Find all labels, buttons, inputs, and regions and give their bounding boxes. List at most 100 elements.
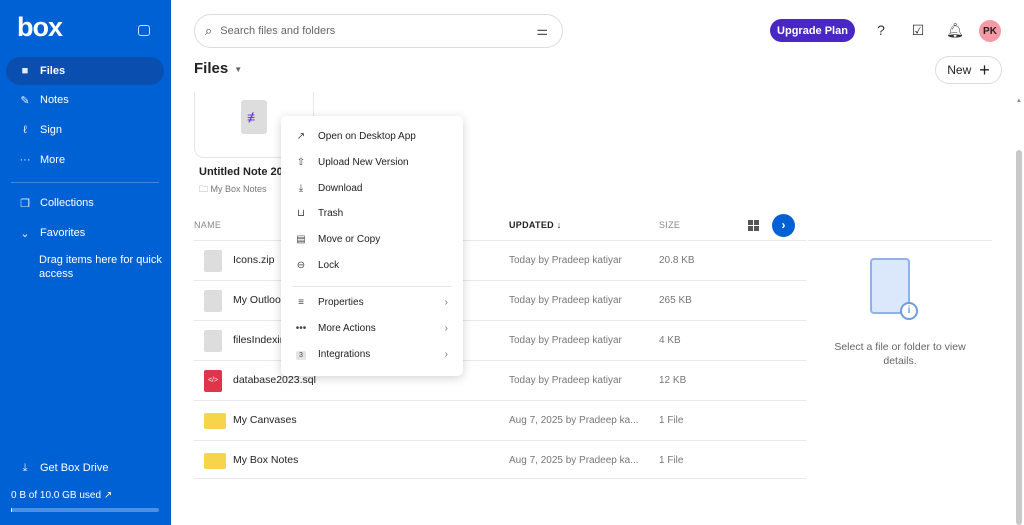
menu-item-properties[interactable]: ≡ Properties › — [281, 290, 463, 314]
menu-item-integrations[interactable]: 3 Integrations › — [281, 342, 463, 366]
sidebar-item-label: Sign — [40, 124, 63, 136]
size-text: 1 File — [659, 415, 684, 426]
download-icon: ⤓ — [298, 182, 304, 194]
chevron-right-icon: › — [444, 322, 448, 334]
collections-icon: ❐ — [20, 197, 30, 210]
box-logo[interactable]: box — [17, 12, 63, 43]
menu-item-label: Trash — [318, 207, 344, 219]
note-file-icon: ≢ — [241, 100, 267, 134]
sidebar-item-label: Collections — [40, 197, 94, 209]
column-header-name[interactable]: NAME — [194, 220, 221, 230]
sidebar-item-label: More — [40, 154, 66, 166]
sidebar-item-files[interactable]: ■ Files — [6, 57, 164, 85]
sidebar-divider — [11, 182, 159, 183]
column-header-size[interactable]: SIZE — [659, 220, 680, 230]
table-row[interactable]: My Box Notes Aug 7, 2025 by Pradeep ka..… — [194, 440, 806, 480]
folder-icon: ■ — [21, 65, 29, 77]
upload-icon: ⇧ — [296, 156, 306, 168]
sidebar-item-favorites[interactable]: ⌄ Favorites — [6, 219, 164, 247]
collapse-sidebar-icon[interactable] — [138, 25, 150, 36]
menu-item-trash[interactable]: ⊔ Trash — [281, 201, 463, 225]
plus-icon: + — [979, 59, 990, 80]
properties-icon: ≡ — [298, 296, 304, 308]
menu-divider — [293, 286, 451, 287]
menu-item-label: Integrations — [318, 348, 371, 360]
external-link-icon: ↗ — [103, 490, 113, 501]
updated-text: Aug 7, 2025 by Pradeep ka... — [509, 415, 639, 426]
favorites-hint: Drag items here for quick access — [39, 254, 162, 280]
chevron-right-icon: › — [444, 348, 448, 360]
chevron-down-icon: ⌄ — [20, 227, 30, 240]
updated-text: Today by Pradeep katiyar — [509, 255, 622, 266]
table-row[interactable]: My Canvases Aug 7, 2025 by Pradeep ka...… — [194, 400, 806, 440]
trash-icon: ⊔ — [297, 207, 305, 219]
grid-view-icon[interactable] — [748, 220, 759, 231]
copy-icon: ▤ — [296, 233, 306, 245]
recent-item-title[interactable]: Untitled Note 2025 — [199, 166, 284, 178]
upgrade-plan-button[interactable]: Upgrade Plan — [770, 19, 855, 42]
lock-icon: ⊖ — [296, 259, 306, 271]
help-icon[interactable]: ? — [872, 21, 890, 39]
scrollbar[interactable] — [1016, 150, 1022, 525]
new-button[interactable]: New + — [935, 56, 1002, 84]
recent-item-location[interactable]: 🗀 My Box Notes — [199, 182, 267, 198]
get-box-drive-link[interactable]: ⤓ Get Box Drive — [6, 454, 164, 482]
filter-icon[interactable]: ⚌ — [536, 23, 548, 39]
more-icon: ··· — [19, 154, 31, 166]
external-link-icon: ↗ — [296, 130, 306, 142]
page-title[interactable]: Files ▼ — [194, 60, 242, 77]
notes-icon: ✎ — [20, 94, 30, 107]
column-header-updated[interactable]: UPDATED ↓ — [509, 220, 562, 230]
menu-item-more-actions[interactable]: ••• More Actions › — [281, 316, 463, 340]
folder-icon — [204, 413, 226, 429]
open-details-panel-button[interactable]: › — [772, 214, 795, 237]
folder-icon — [204, 453, 226, 469]
menu-item-open-on-desktop-app[interactable]: ↗ Open on Desktop App — [281, 124, 463, 148]
chevron-right-icon: › — [444, 296, 448, 308]
table-end-divider — [194, 478, 806, 479]
updated-text: Today by Pradeep katiyar — [509, 335, 622, 346]
sidebar-item-label: Notes — [40, 94, 69, 106]
menu-item-label: Lock — [318, 259, 340, 271]
search-placeholder: Search files and folders — [220, 25, 336, 37]
sidebar-item-sign[interactable]: ℓ Sign — [6, 116, 164, 144]
sidebar-item-collections[interactable]: ❐ Collections — [6, 189, 164, 217]
updated-text: Aug 7, 2025 by Pradeep ka... — [509, 455, 639, 466]
updated-text: Today by Pradeep katiyar — [509, 375, 622, 386]
file-info-icon: i — [870, 258, 918, 320]
size-text: 12 KB — [659, 375, 687, 386]
size-text: 265 KB — [659, 295, 692, 306]
scroll-up-arrow[interactable]: ▲ — [1016, 98, 1022, 104]
download-icon: ⤓ — [22, 461, 28, 474]
menu-item-download[interactable]: ⤓ Download — [281, 176, 463, 200]
more-icon: ••• — [295, 322, 307, 334]
caret-down-icon: ▼ — [234, 64, 243, 74]
sidebar-item-notes[interactable]: ✎ Notes — [6, 86, 164, 114]
file-name[interactable]: My Canvases — [233, 414, 297, 426]
menu-item-label: More Actions — [318, 322, 376, 334]
menu-item-upload-new-version[interactable]: ⇧ Upload New Version — [281, 150, 463, 174]
search-input[interactable]: ⌕ Search files and folders ⚌ — [194, 14, 563, 48]
details-empty-text: Select a file or folder to view details. — [834, 341, 966, 367]
new-button-label: New — [947, 63, 972, 77]
sort-arrow-down-icon: ↓ — [556, 220, 562, 230]
menu-item-move-or-copy[interactable]: ▤ Move or Copy — [281, 227, 463, 251]
menu-item-label: Move or Copy — [318, 233, 381, 245]
storage-usage-text: 0 B of 10.0 GB used — [11, 490, 102, 501]
size-text: 20.8 KB — [659, 255, 695, 266]
sign-icon: ℓ — [23, 124, 27, 136]
sidebar-item-label: Favorites — [40, 227, 86, 239]
tasks-clipboard-icon[interactable]: ☑ — [909, 21, 927, 39]
recent-item-location-text: My Box Notes — [210, 184, 267, 194]
search-icon: ⌕ — [205, 23, 213, 38]
menu-item-lock[interactable]: ⊖ Lock — [281, 253, 463, 277]
file-name[interactable]: My Box Notes — [233, 454, 298, 466]
bell-icon[interactable]: 🔔︎ — [946, 21, 964, 39]
sidebar: box ■ Files ✎ Notes ℓ Sign ··· More ❐ Collect… — [0, 0, 171, 525]
storage-usage[interactable]: 0 B of 10.0 GB used ↗ — [11, 490, 112, 501]
file-icon — [204, 250, 222, 272]
storage-usage-bar — [11, 508, 159, 512]
sidebar-item-more[interactable]: ··· More — [6, 146, 164, 174]
avatar[interactable]: PK — [979, 20, 1001, 42]
size-text: 4 KB — [659, 335, 681, 346]
